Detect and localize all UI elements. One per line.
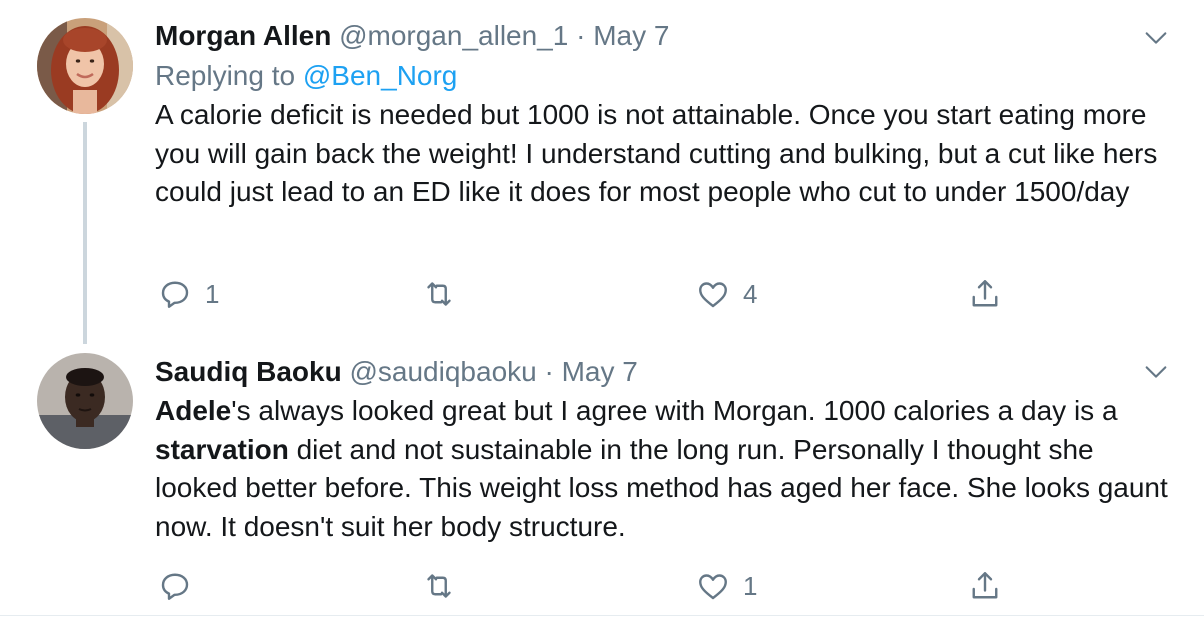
user-handle[interactable]: @saudiqbaoku [349,356,536,387]
avatar-image [37,353,133,449]
like-count: 4 [743,278,758,309]
tweet-header: Saudiq Baoku @saudiqbaoku · May 7 [155,352,1174,392]
tweet-actions: 1 4 [155,274,1015,314]
separator-dot: · [544,356,554,387]
tweet-date[interactable]: May 7 [593,20,669,51]
display-name[interactable]: Saudiq Baoku [155,356,342,387]
share-icon [972,572,998,599]
tweet-text-part: 's always looked great but I agree with … [231,395,1118,426]
separator-dot: · [576,20,586,51]
retweet-icon [427,282,451,306]
chevron-down-icon[interactable] [1142,358,1170,386]
tweet-date[interactable]: May 7 [562,356,638,387]
bold-mention-adele: Adele [155,395,232,426]
reply-icon [161,281,189,308]
reply-button[interactable] [157,566,205,606]
tweet-text: Adele's always looked great but I agree … [155,392,1174,546]
replying-to-label: Replying to [155,60,303,91]
bold-word-starvation: starvation [155,433,289,465]
retweet-button[interactable] [421,274,469,314]
like-count: 1 [743,570,758,601]
user-handle[interactable]: @morgan_allen_1 [339,20,568,51]
share-button[interactable] [967,274,1003,314]
share-button[interactable] [967,566,1003,606]
tweet[interactable]: Saudiq Baoku @saudiqbaoku · May 7 Adele'… [0,332,1204,618]
avatar[interactable] [37,353,133,449]
like-button[interactable]: 1 [695,566,757,606]
tweet-header: Morgan Allen @morgan_allen_1 · May 7 [155,16,1174,56]
tweet-content: Saudiq Baoku @saudiqbaoku · May 7 Adele'… [155,352,1174,546]
avatar[interactable] [37,18,133,114]
tweet-text: A calorie deficit is needed but 1000 is … [155,99,1158,207]
reply-icon [161,573,189,600]
tweet[interactable]: Morgan Allen @morgan_allen_1 · May 7 Rep… [0,0,1204,330]
share-icon [972,280,998,307]
tweet-actions: 1 [155,566,1015,606]
retweet-button[interactable] [421,566,469,606]
display-name[interactable]: Morgan Allen [155,20,331,51]
reply-button[interactable]: 1 [157,274,219,314]
heart-icon [699,574,727,600]
like-button[interactable]: 4 [695,274,757,314]
avatar-image [37,18,133,114]
reply-count: 1 [205,278,220,309]
heart-icon [699,282,727,308]
divider [0,615,1204,616]
retweet-icon [427,574,451,598]
chevron-down-icon[interactable] [1142,24,1170,52]
mention-link[interactable]: @Ben_Norg [303,60,458,91]
tweet-text-part: diet and not sustainable in the long run… [155,433,1168,542]
tweet-content: Morgan Allen @morgan_allen_1 · May 7 Rep… [155,16,1174,212]
replying-to-line: Replying to @Ben_Norg [155,56,1174,96]
